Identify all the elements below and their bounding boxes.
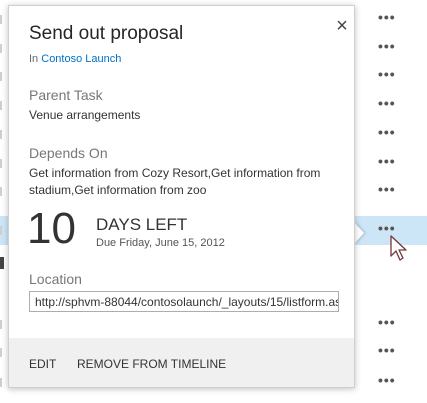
project-link[interactable]: Contoso Launch: [41, 53, 121, 65]
row-checkbox-edge: [0, 159, 2, 168]
due-date: Due Friday, June 15, 2012: [96, 237, 225, 249]
row-checkbox-edge: [0, 44, 2, 53]
row-checkbox-edge: [0, 101, 2, 110]
row-checkbox-edge: [0, 72, 2, 81]
ellipsis-icon[interactable]: •••: [378, 124, 396, 140]
edit-button[interactable]: EDIT: [29, 357, 56, 371]
ellipsis-icon[interactable]: •••: [378, 66, 396, 82]
project-prefix: In: [29, 53, 39, 65]
mouse-pointer-icon: [390, 235, 408, 261]
ellipsis-icon[interactable]: •••: [378, 153, 396, 169]
ellipsis-icon[interactable]: •••: [378, 314, 396, 330]
ellipsis-icon[interactable]: •••: [378, 9, 396, 25]
row-checkbox-edge: [0, 15, 2, 24]
row-checkbox-edge: [0, 348, 2, 357]
ellipsis-icon[interactable]: •••: [378, 38, 396, 54]
callout-title: Send out proposal: [29, 23, 184, 44]
remove-from-timeline-button[interactable]: REMOVE FROM TIMELINE: [77, 357, 226, 371]
project-line: In Contoso Launch: [29, 53, 121, 65]
task-callout: × Send out proposal In Contoso Launch Pa…: [8, 5, 355, 388]
ellipsis-icon[interactable]: •••: [378, 95, 396, 111]
location-field[interactable]: http://sphvm-88044/contosolaunch/_layout…: [29, 291, 339, 312]
callout-footer: EDIT REMOVE FROM TIMELINE: [9, 338, 354, 387]
days-left-label: DAYS LEFT: [96, 215, 188, 234]
close-icon[interactable]: ×: [332, 16, 352, 36]
parent-task-value: Venue arrangements: [29, 108, 141, 122]
row-checkbox-edge: [0, 187, 2, 196]
depends-on-label: Depends On: [29, 145, 108, 161]
ellipsis-icon[interactable]: •••: [378, 342, 396, 358]
location-label: Location: [29, 271, 82, 287]
callout-beak: [354, 222, 364, 244]
parent-task-label: Parent Task: [29, 87, 103, 103]
row-checkbox-edge: [0, 320, 2, 329]
row-checkbox-edge: [0, 226, 2, 235]
ellipsis-icon[interactable]: •••: [378, 372, 396, 388]
ellipsis-icon[interactable]: •••: [378, 181, 396, 197]
depends-on-value: Get information from Cozy Resort,Get inf…: [29, 166, 321, 197]
days-left-number: 10: [27, 204, 76, 253]
section-marker: [0, 257, 8, 269]
row-checkbox-edge: [0, 378, 2, 387]
row-checkbox-edge: [0, 130, 2, 139]
